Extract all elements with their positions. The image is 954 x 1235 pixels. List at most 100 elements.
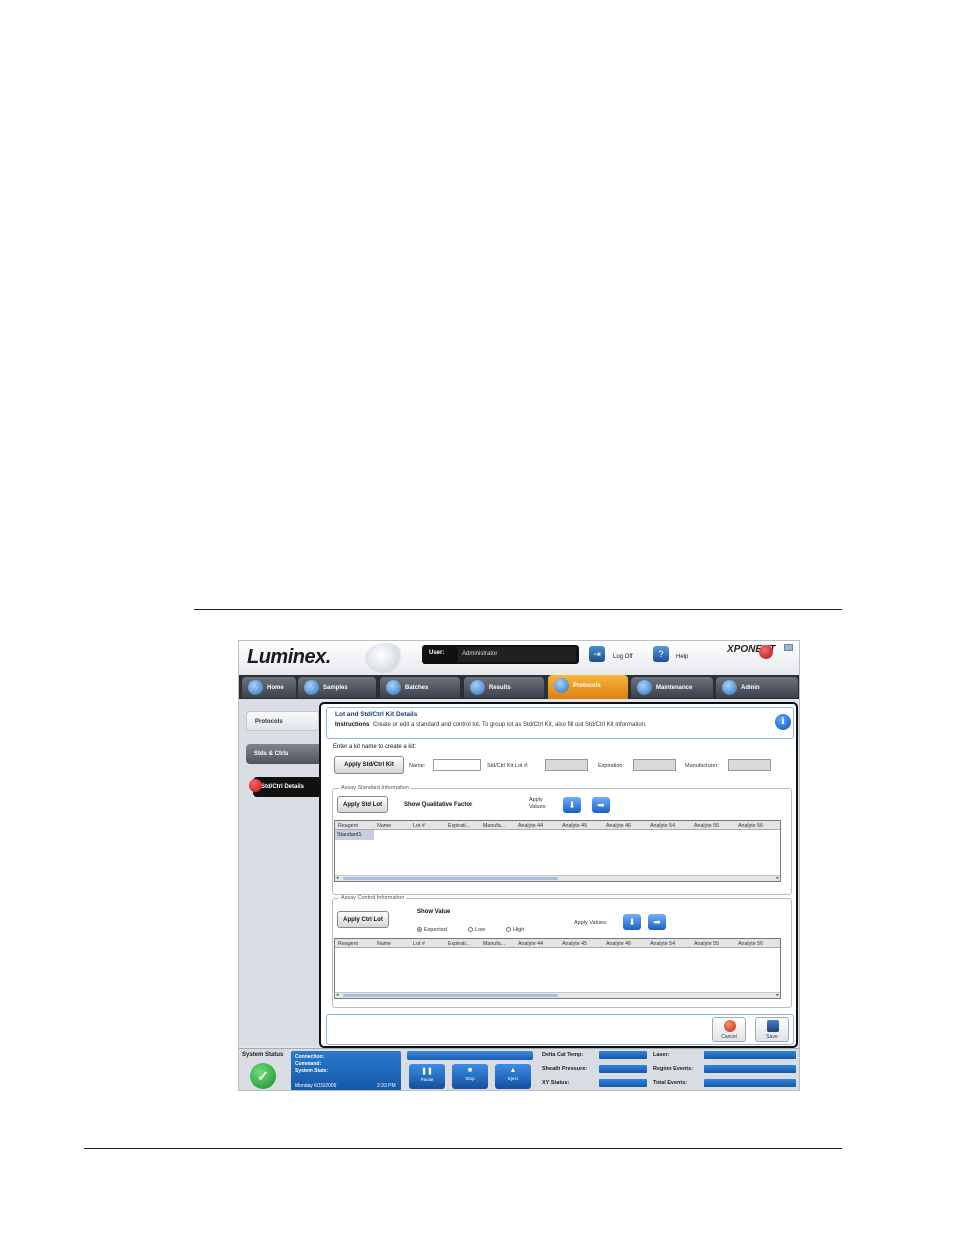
- column-header[interactable]: Analyte 56: [738, 941, 763, 947]
- admin-icon: [722, 680, 737, 695]
- logoff-label[interactable]: Log Off: [613, 654, 633, 660]
- kit-prompt: Enter a kit name to create a kit:: [333, 744, 417, 750]
- save-label: Save: [766, 1034, 778, 1040]
- tab-maintenance[interactable]: Maintenance: [631, 677, 713, 698]
- show-value-label: Show Value: [417, 909, 451, 915]
- tab-samples[interactable]: Samples: [298, 677, 376, 698]
- tab-admin[interactable]: Admin: [716, 677, 798, 698]
- arrow-right-icon[interactable]: ➡: [592, 797, 610, 813]
- arrow-down-icon[interactable]: ⬇: [623, 914, 641, 930]
- name-input[interactable]: [433, 759, 481, 771]
- ctrl-apply-values-label: Apply Values:: [574, 920, 608, 926]
- radio-high[interactable]: High: [506, 927, 524, 933]
- user-value: Administrator: [458, 647, 576, 662]
- column-header[interactable]: Analyte 55: [694, 941, 719, 947]
- column-header[interactable]: Analyte 46: [606, 941, 631, 947]
- standard-grid-scrollbar[interactable]: ◂ ▸: [335, 875, 780, 881]
- user-box: User: Administrator: [422, 645, 579, 664]
- scroll-right-icon[interactable]: ▸: [776, 875, 779, 881]
- tab-batches[interactable]: Batches: [380, 677, 460, 698]
- scrollbar-thumb[interactable]: [343, 877, 558, 880]
- cancel-button[interactable]: Cancel: [712, 1017, 746, 1042]
- instructions-text: Create or edit a standard and control lo…: [373, 722, 647, 728]
- column-header[interactable]: Name: [377, 823, 391, 829]
- window-minimize-icon[interactable]: [784, 644, 793, 651]
- column-header[interactable]: Analyte 54: [650, 823, 675, 829]
- column-header[interactable]: Reagent: [338, 941, 358, 947]
- column-header[interactable]: Lot #: [413, 941, 425, 947]
- radio-low[interactable]: Low: [468, 927, 485, 933]
- radio-label: High: [513, 927, 525, 933]
- scroll-right-icon[interactable]: ▸: [776, 992, 779, 998]
- column-header[interactable]: Analyte 45: [562, 941, 587, 947]
- status-time: 2:33 PM: [377, 1083, 396, 1089]
- apply-std-lot-button[interactable]: Apply Std Lot: [337, 796, 388, 813]
- radio-expected[interactable]: Expected: [417, 927, 447, 933]
- region-events-label: Region Events:: [653, 1066, 694, 1072]
- pause-button[interactable]: ❚❚ Pause: [409, 1064, 445, 1089]
- column-header[interactable]: Manufa...: [483, 941, 505, 947]
- content-panel: Lot and Std/Ctrl Kit Details Instruction…: [319, 702, 798, 1048]
- scroll-left-icon[interactable]: ◂: [336, 992, 339, 998]
- tab-protocols[interactable]: Protocols: [548, 675, 628, 699]
- column-header[interactable]: Analyte 54: [650, 941, 675, 947]
- column-header[interactable]: Lot #: [413, 823, 425, 829]
- apply-std-ctrl-kit-button[interactable]: Apply Std/Ctrl Kit: [334, 756, 404, 774]
- table-row[interactable]: Standard1: [335, 830, 374, 840]
- left-nav: Protocols Stds & Ctrls Std/Ctrl Details: [239, 699, 319, 1046]
- show-qualitative-factor-label[interactable]: Show Qualitative Factor: [404, 802, 472, 808]
- help-button[interactable]: ?: [653, 646, 669, 662]
- column-header[interactable]: Analyte 45: [562, 823, 587, 829]
- xy-status-bar: [599, 1079, 647, 1087]
- stop-icon: ■: [467, 1067, 473, 1074]
- stop-label: Stop: [465, 1076, 475, 1081]
- info-icon[interactable]: i: [775, 714, 791, 730]
- column-header[interactable]: Expirati...: [448, 941, 470, 947]
- column-header[interactable]: Manufa...: [483, 823, 505, 829]
- manufacturer-input[interactable]: [728, 759, 771, 771]
- maintenance-icon: [637, 680, 652, 695]
- eject-button[interactable]: ▲ Eject: [495, 1064, 531, 1089]
- tab-label: Maintenance: [656, 685, 693, 691]
- column-header[interactable]: Analyte 56: [738, 823, 763, 829]
- page-rule-top: [194, 609, 842, 610]
- tab-results[interactable]: Results: [464, 677, 544, 698]
- total-events-label: Total Events:: [653, 1080, 688, 1086]
- kit-lot-input[interactable]: [545, 759, 588, 771]
- column-header[interactable]: Analyte 46: [606, 823, 631, 829]
- xponent-logo-dot: [759, 645, 773, 659]
- std-apply-values-label: Apply Values:: [529, 797, 547, 810]
- column-header[interactable]: Expirati...: [448, 823, 470, 829]
- column-header[interactable]: Analyte 55: [694, 823, 719, 829]
- arrow-right-icon[interactable]: ➡: [648, 914, 666, 930]
- nav-std-ctrl-details[interactable]: Std/Ctrl Details: [253, 777, 319, 797]
- scrollbar-thumb[interactable]: [343, 994, 558, 997]
- control-grid: Reagent Name Lot # Expirati... Manufa...…: [334, 938, 781, 999]
- arrow-down-icon[interactable]: ⬇: [563, 797, 581, 813]
- instructions-label: Instructions: [335, 722, 370, 728]
- column-header[interactable]: Name: [377, 941, 391, 947]
- radio-dot-icon: [506, 927, 511, 933]
- column-header[interactable]: Reagent: [338, 823, 358, 829]
- help-label[interactable]: Help: [676, 654, 688, 660]
- nav-protocols[interactable]: Protocols: [246, 711, 319, 731]
- expiration-input[interactable]: [633, 759, 676, 771]
- tab-home[interactable]: Home: [242, 677, 296, 698]
- control-legend: Assay Control Information: [339, 895, 407, 901]
- logoff-icon: ⇥: [593, 649, 601, 659]
- apply-ctrl-lot-button[interactable]: Apply Ctrl Lot: [337, 911, 389, 928]
- standard-grid-header: Reagent Name Lot # Expirati... Manufa...…: [335, 821, 780, 830]
- logoff-button[interactable]: ⇥: [589, 646, 605, 662]
- expiration-label: Expiration:: [598, 763, 624, 769]
- stop-button[interactable]: ■ Stop: [452, 1064, 488, 1089]
- nav-stds-ctrls[interactable]: Stds & Ctrls: [246, 744, 319, 764]
- save-button[interactable]: Save: [755, 1017, 789, 1042]
- column-header[interactable]: Analyte 44: [518, 941, 543, 947]
- kit-lot-label: Std/Ctrl Kit Lot #:: [487, 763, 529, 769]
- column-header[interactable]: Analyte 44: [518, 823, 543, 829]
- tab-label: Batches: [405, 685, 429, 691]
- scroll-left-icon[interactable]: ◂: [336, 875, 339, 881]
- status-ok-icon[interactable]: ✓: [250, 1063, 276, 1089]
- control-grid-scrollbar[interactable]: ◂ ▸: [335, 992, 780, 998]
- tab-label: Home: [267, 685, 284, 691]
